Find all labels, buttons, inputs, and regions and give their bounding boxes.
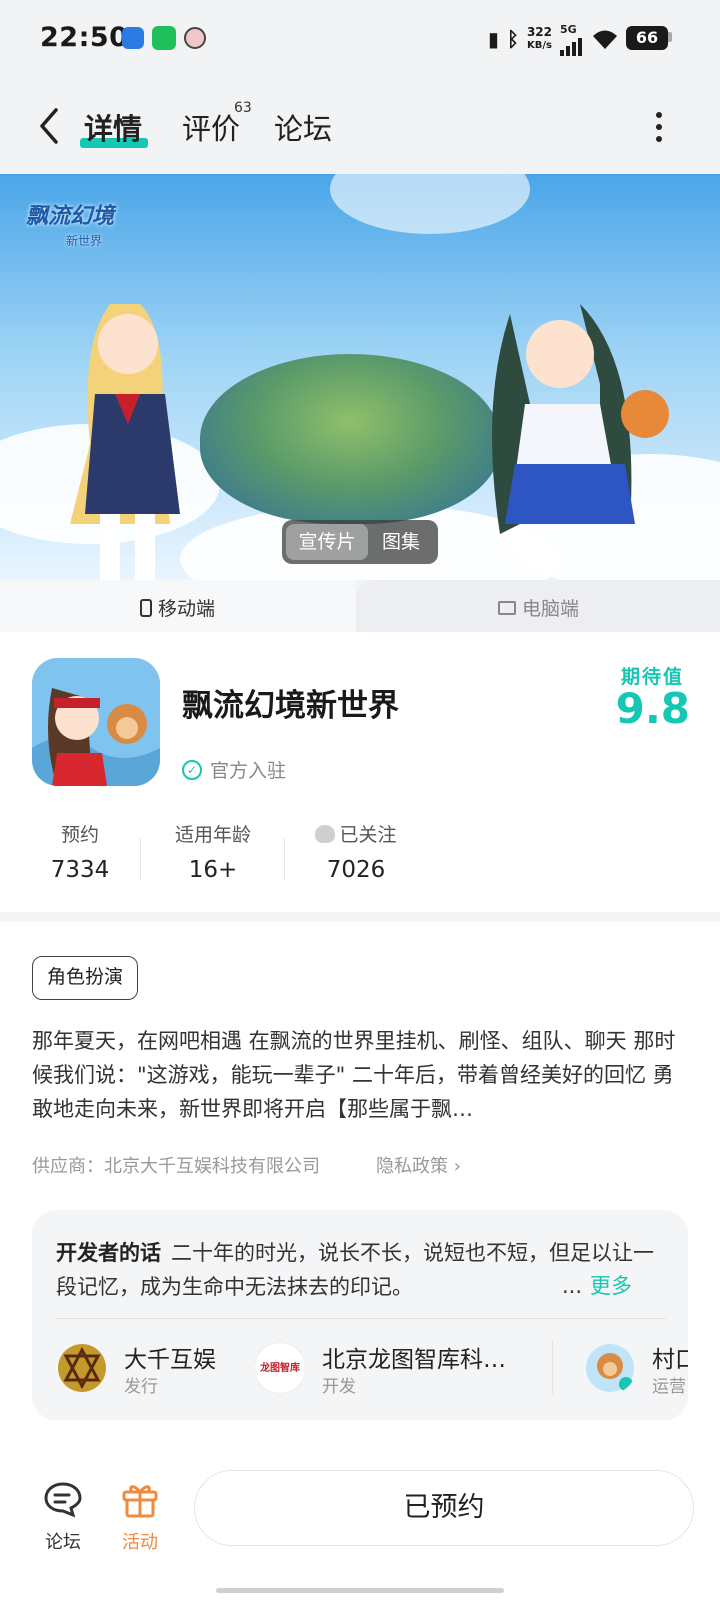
section-separator [0, 912, 720, 922]
developer-logo-icon: 龙图智库 [254, 1342, 306, 1394]
genre-tag[interactable]: 角色扮演 [32, 956, 139, 1000]
character-art-blonde [70, 304, 180, 580]
battery-tip [668, 32, 672, 42]
phone-icon [140, 598, 152, 617]
game-logo-text: 飘流幻境 [26, 204, 115, 229]
supplier-info: 供应商：北京大千互娱科技有限公司 [32, 1156, 320, 1177]
status-icons: ▮ ᛒ 322 KB/s 5G [488, 22, 620, 56]
back-arrow-icon[interactable] [36, 106, 62, 146]
stat-age-rating: 适用年龄 16+ [174, 824, 251, 883]
game-logo-subtitle: 新世界 [66, 234, 103, 248]
battery-icon: 66 [626, 26, 668, 50]
stat-divider [140, 838, 141, 880]
floating-island-art [200, 354, 500, 524]
review-count-badge: 63 [234, 100, 252, 116]
partner-publisher[interactable]: 大千互娱 发行 [56, 1338, 246, 1398]
developer-words-title: 开发者的话 [56, 1241, 161, 1265]
status-bar: 22:50 ▮ ᛒ 322 KB/s 5G 66 [0, 0, 720, 78]
forum-chat-icon [44, 1482, 82, 1518]
net-speed: 322 KB/s [526, 25, 552, 52]
tab-forum[interactable]: 论坛 [274, 106, 332, 148]
character-art-greenhair [492, 304, 669, 534]
developer-card: 开发者的话 二十年的时光，说长不长，说短也不短，但足以让一段记忆，成为生命中无法抹… [32, 1210, 688, 1420]
vibrate-icon: ▮ [487, 27, 499, 51]
promo-banner[interactable]: 飘流幻境 新世界 宣传片 图集 [0, 174, 720, 580]
privacy-policy-link[interactable]: 隐私政策 › [376, 1152, 461, 1178]
wechat-icon [152, 26, 176, 50]
bluetooth-icon: ᛒ [506, 27, 519, 51]
expect-score: 9.8 [615, 684, 690, 733]
bottom-action-bar: 论坛 活动 已预约 [0, 1460, 720, 1600]
bottom-activity-button[interactable]: 活动 [110, 1480, 170, 1554]
signal-icon: 5G [560, 23, 582, 56]
game-description[interactable]: 那年夏天，在网吧相遇 在飘流的世界里挂机、刷怪、组队、聊天 那时候我们说："这游… [32, 1024, 688, 1126]
partner-operator[interactable]: 村口 运营 [584, 1338, 688, 1398]
reserved-button[interactable]: 已预约 [194, 1470, 694, 1546]
chevron-right-icon: › [453, 1156, 461, 1177]
bottom-forum-button[interactable]: 论坛 [38, 1480, 88, 1554]
media-tab-gallery[interactable]: 图集 [368, 524, 434, 560]
app-icon-art [32, 658, 160, 786]
stat-divider [284, 838, 285, 880]
platform-tab-pc[interactable]: 电脑端 [356, 580, 720, 632]
cloud-decoration [330, 174, 530, 234]
gift-icon [122, 1485, 158, 1518]
app-icon [32, 658, 160, 786]
status-time: 22:50 [40, 22, 129, 53]
platform-tabs: 移动端 电脑端 [0, 580, 720, 632]
platform-pc-label: 电脑端 [522, 598, 580, 620]
developer-more-link[interactable]: ... 更多 [562, 1270, 633, 1300]
tab-review[interactable]: 评价 [182, 106, 240, 148]
app-name: 飘流幻境新世界 [182, 688, 399, 724]
stat-followed[interactable]: 已关注 7026 [306, 820, 406, 883]
partner-developer[interactable]: 龙图智库 北京龙图智库科… 开发 [254, 1338, 554, 1398]
media-tab-video[interactable]: 宣传片 [286, 524, 368, 560]
wifi-icon [593, 30, 617, 49]
partner-divider [552, 1340, 553, 1394]
media-switch: 宣传片 图集 [282, 520, 438, 564]
monitor-icon [498, 600, 516, 615]
stat-reservations: 预约 7334 [50, 824, 110, 883]
official-badge: ✓ 官方入驻 [182, 756, 286, 783]
message-icon [122, 27, 144, 49]
platform-mobile-label: 移动端 [158, 598, 216, 620]
home-indicator[interactable] [216, 1588, 504, 1593]
developer-divider [56, 1318, 666, 1319]
stats-row: 预约 7334 适用年龄 16+ 已关注 7026 [0, 820, 720, 890]
publisher-logo-icon [58, 1344, 106, 1392]
top-nav: 详情 评价 63 论坛 [0, 78, 720, 174]
verified-check-icon: ✓ [182, 759, 202, 780]
platform-tab-mobile[interactable]: 移动端 [0, 580, 356, 632]
heart-icon [315, 825, 336, 843]
more-options-icon[interactable] [656, 112, 664, 142]
avatar-icon [184, 27, 206, 49]
tab-detail[interactable]: 详情 [84, 106, 142, 148]
operator-logo-icon [586, 1344, 634, 1392]
